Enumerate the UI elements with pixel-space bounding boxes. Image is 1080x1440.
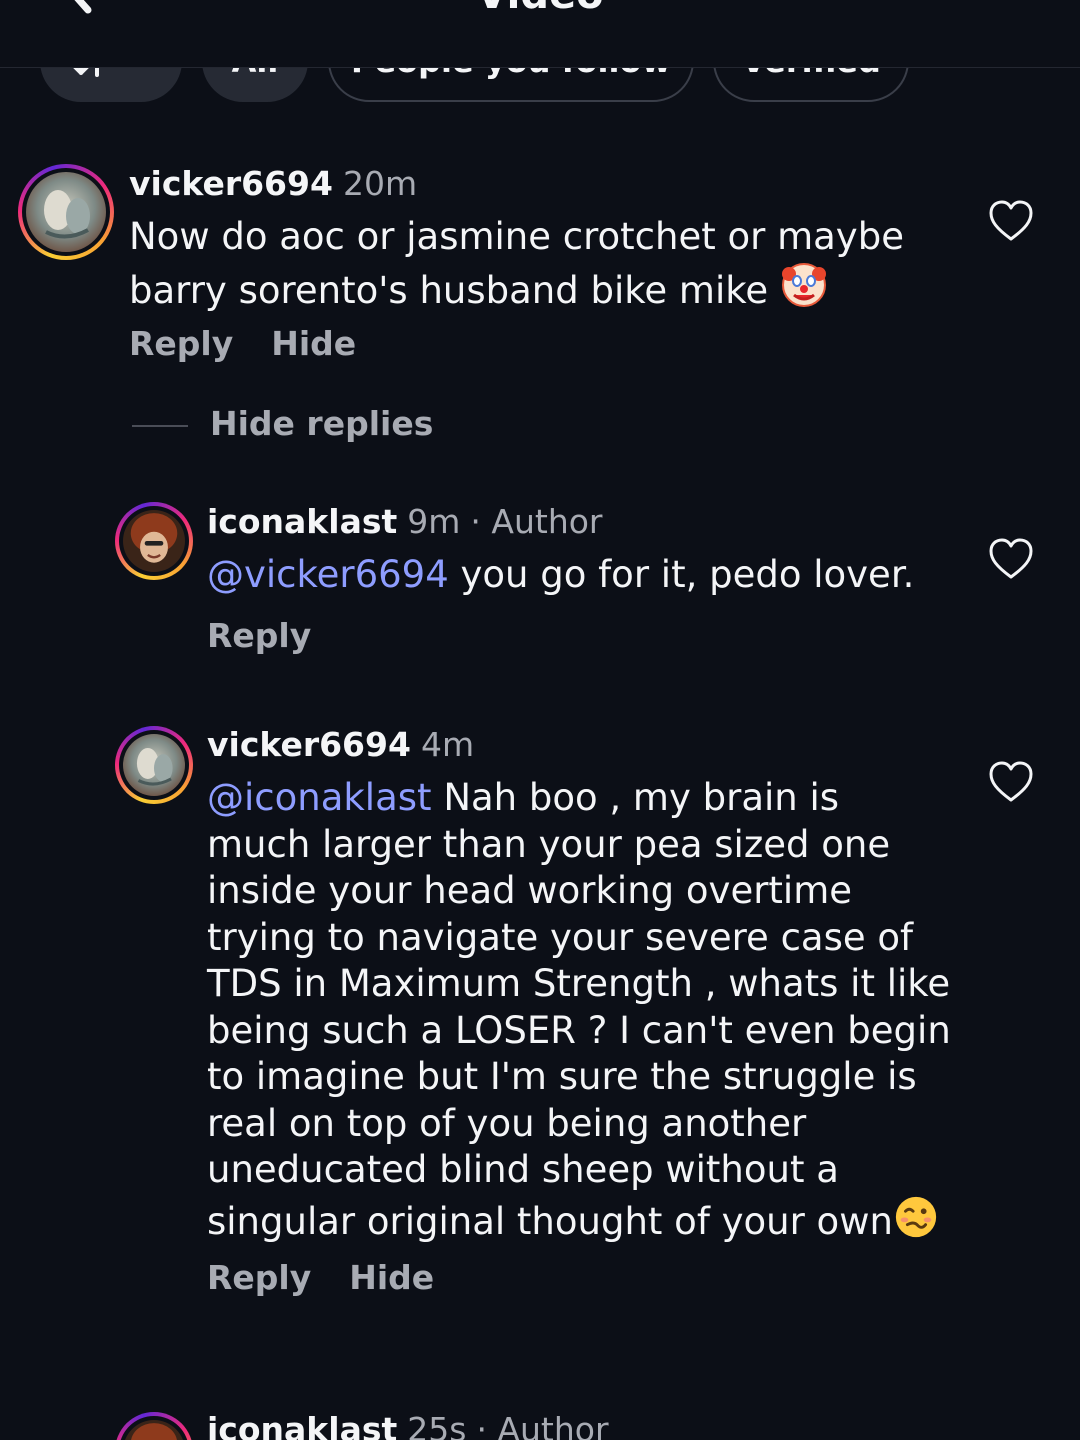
comment-time: 9m bbox=[407, 502, 461, 541]
heart-outline-icon[interactable] bbox=[988, 199, 1034, 243]
comment-text-content: you go for it, pedo lover. bbox=[448, 553, 915, 596]
author-badge: · Author bbox=[470, 502, 603, 541]
clown-face-emoji bbox=[781, 262, 826, 307]
comment-username[interactable]: vicker6694 bbox=[207, 725, 411, 764]
avatar-image bbox=[123, 1420, 185, 1440]
hide-button[interactable]: Hide bbox=[271, 324, 356, 363]
hide-button[interactable]: Hide bbox=[349, 1258, 434, 1297]
reply-button[interactable]: Reply bbox=[207, 1258, 311, 1297]
comment-text: Now do aoc or jasmine crotchet or maybe … bbox=[129, 214, 929, 314]
woozy-face-emoji bbox=[895, 1196, 937, 1237]
comment-time: 25s bbox=[407, 1410, 467, 1440]
avatar[interactable] bbox=[115, 726, 193, 804]
thread-divider bbox=[132, 425, 188, 427]
top-bar: Video bbox=[0, 0, 1080, 68]
comment-text: @vicker6694 you go for it, pedo lover. bbox=[207, 552, 947, 599]
heart-outline-icon[interactable] bbox=[988, 537, 1034, 581]
avatar-image bbox=[26, 172, 106, 252]
comment-text: @iconaklast Nah boo , my brain is much l… bbox=[207, 775, 952, 1245]
avatar-image bbox=[123, 734, 185, 796]
avatar[interactable] bbox=[115, 1412, 193, 1440]
comment-time: 20m bbox=[342, 164, 418, 203]
avatar[interactable] bbox=[115, 502, 193, 580]
comment-username[interactable]: iconaklast bbox=[207, 502, 397, 541]
comments-screen: Video All People you follow Verified bbox=[0, 0, 1080, 1440]
hide-replies-label: Hide replies bbox=[210, 404, 434, 443]
avatar[interactable] bbox=[18, 164, 114, 260]
mention-link[interactable]: @iconaklast bbox=[207, 776, 432, 819]
reply-button[interactable]: Reply bbox=[207, 616, 311, 655]
reply-button[interactable]: Reply bbox=[129, 324, 233, 363]
comment-username[interactable]: vicker6694 bbox=[129, 164, 333, 203]
heart-outline-icon[interactable] bbox=[988, 760, 1034, 804]
comment-time: 4m bbox=[420, 725, 475, 764]
comment-text-content: Nah boo , my brain is much larger than y… bbox=[207, 776, 951, 1243]
mention-link[interactable]: @vicker6694 bbox=[207, 553, 449, 596]
avatar-image bbox=[123, 510, 185, 572]
page-title: Video bbox=[0, 0, 1080, 18]
comment-username[interactable]: iconaklast bbox=[207, 1410, 397, 1440]
author-badge: · Author bbox=[476, 1410, 609, 1440]
